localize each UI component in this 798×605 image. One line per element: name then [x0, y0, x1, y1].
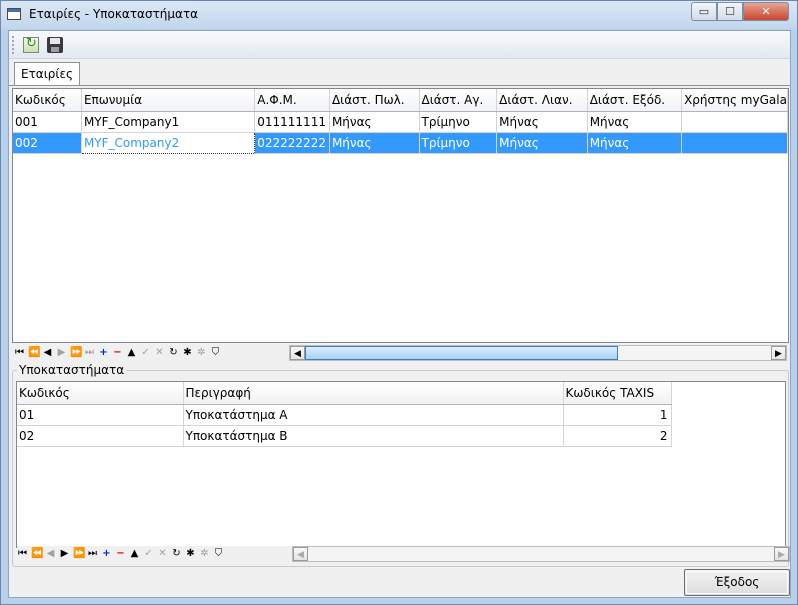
minimize-button[interactable]: ▭ — [691, 2, 717, 21]
last-record-icon[interactable]: ⏭ — [87, 546, 98, 562]
scroll-left-icon[interactable]: ◀ — [290, 346, 305, 360]
close-button[interactable]: ✕ — [743, 2, 789, 21]
table-cell[interactable]: 011111111 — [254, 111, 330, 133]
delete-icon[interactable]: − — [115, 546, 126, 562]
toolbar-grip[interactable] — [12, 36, 14, 54]
branches-groupbox: Υποκαταστήματα Κωδικός Περιγραφή Κωδικός T… — [12, 363, 789, 567]
column-header[interactable]: Κωδικός — [13, 89, 82, 112]
branches-grid[interactable]: Κωδικός Περιγραφή Κωδικός TAXIS 01 Υποκατάσ… — [16, 381, 786, 548]
prior-record-icon[interactable]: ◀ — [42, 345, 53, 361]
title-bar[interactable]: Εταιρίες - Υποκαταστήματα ▭ ☐ ✕ — [1, 1, 797, 29]
filter-icon[interactable]: ⛉ — [210, 345, 221, 361]
table-cell[interactable]: Υποκατάστημα B — [183, 425, 564, 447]
table-cell[interactable]: Τρίμηνο — [419, 111, 498, 133]
column-header[interactable]: Κωδικός TAXIS — [563, 382, 672, 405]
exit-button[interactable]: Έξοδος — [684, 569, 790, 596]
table-cell[interactable]: 022222222 — [254, 132, 330, 154]
filter-icon[interactable]: ⛉ — [213, 546, 224, 562]
client-area: Εταιρίες ΚωδικόςΕπωνυμίαΑ.Φ.Μ.Διάστ. Πωλ… — [8, 30, 791, 598]
application-window: Εταιρίες - Υποκαταστήματα ▭ ☐ ✕ Εταιρίες… — [0, 0, 798, 605]
column-header[interactable]: Α.Φ.Μ. — [254, 89, 330, 112]
column-header[interactable]: Διάστ. Εξόδ. — [587, 89, 683, 112]
first-record-icon[interactable]: ⏮ — [17, 546, 28, 562]
prior-record-icon[interactable]: ◀ — [45, 546, 56, 562]
companies-navigator: ⏮ ⏪ ◀ ▶ ⏩ ⏭ + − ▲ ✓ ✕ ↻ ✱ ✲ ⛉ ◀ ▶ — [14, 345, 787, 361]
scroll-thumb[interactable] — [305, 346, 618, 360]
table-cell[interactable]: Μήνας — [329, 132, 420, 154]
table-cell[interactable]: Μήνας — [496, 111, 588, 133]
next-record-icon[interactable]: ▶ — [59, 546, 70, 562]
cancel-icon[interactable]: ✕ — [157, 546, 168, 562]
refresh-icon[interactable]: ↻ — [168, 345, 179, 361]
first-record-icon[interactable]: ⏮ — [14, 345, 25, 361]
edit-icon[interactable]: ▲ — [126, 345, 137, 361]
toolbar — [9, 31, 790, 59]
table-cell[interactable] — [681, 132, 788, 154]
branches-navigator: ⏮ ⏪ ◀ ▶ ⏩ ⏭ + − ▲ ✓ ✕ ↻ ✱ ✲ ⛉ ◀ ▶ — [17, 546, 790, 562]
delete-icon[interactable]: − — [112, 345, 123, 361]
column-header[interactable]: Κωδικός — [17, 382, 184, 405]
prior-page-icon[interactable]: ⏪ — [31, 546, 43, 562]
scroll-right-icon[interactable]: ▶ — [771, 346, 786, 360]
table-cell[interactable]: 001 — [13, 111, 82, 133]
next-page-icon[interactable]: ⏩ — [73, 546, 85, 562]
column-header[interactable]: Διάστ. Αγ. — [419, 89, 498, 112]
window-icon — [7, 8, 21, 20]
table-cell[interactable]: Υποκατάστημα A — [183, 404, 564, 426]
refresh-icon[interactable]: ↻ — [171, 546, 182, 562]
table-cell[interactable]: 01 — [17, 404, 184, 426]
scroll-right-icon[interactable]: ▶ — [774, 547, 789, 561]
column-header[interactable]: Περιγραφή — [183, 382, 564, 405]
table-row[interactable]: 01 Υποκατάστημα A1 — [17, 404, 672, 426]
next-page-icon[interactable]: ⏩ — [70, 345, 82, 361]
cancel-icon[interactable]: ✕ — [154, 345, 165, 361]
companies-horizontal-scrollbar[interactable]: ◀ ▶ — [289, 345, 787, 361]
table-cell[interactable]: 2 — [563, 425, 672, 447]
column-header[interactable]: Διάστ. Λιαν. — [496, 89, 588, 112]
apply-icon[interactable]: ✲ — [199, 546, 210, 562]
table-cell[interactable]: MYF_Company2 — [80, 131, 256, 154]
save-icon[interactable] — [47, 37, 63, 53]
table-cell[interactable]: 002 — [13, 132, 82, 154]
companies-grid[interactable]: Κωδικός Επωνυμία Α.Φ.Μ. Διάστ. Πωλ. Διάστ. Α… — [12, 88, 789, 343]
companies-table: Κωδικός Επωνυμία Α.Φ.Μ. Διάστ. Πωλ. Διάστ. Α… — [13, 89, 788, 154]
branches-group-title: Υποκαταστήματα — [17, 363, 127, 377]
maximize-button[interactable]: ☐ — [717, 2, 743, 21]
table-cell[interactable]: Τρίμηνο — [419, 132, 498, 154]
insert-icon[interactable]: + — [101, 546, 112, 562]
column-header[interactable]: Διάστ. Πωλ. — [329, 89, 420, 112]
table-row[interactable]: 02 Υποκατάστημα B2 — [17, 425, 672, 447]
branches-table: Κωδικός Περιγραφή Κωδικός TAXIS 01 Υποκατάσ… — [17, 382, 672, 447]
column-header[interactable]: Επωνυμία — [81, 89, 256, 112]
column-header[interactable]: Χρήστης myGala — [681, 89, 788, 112]
insert-icon[interactable]: + — [98, 345, 109, 361]
edit-icon[interactable]: ▲ — [129, 546, 140, 562]
tab-strip: Εταιρίες — [9, 62, 790, 86]
table-cell[interactable] — [681, 111, 788, 133]
table-cell[interactable]: Μήνας — [329, 111, 420, 133]
scroll-left-icon[interactable]: ◀ — [293, 547, 308, 561]
branches-horizontal-scrollbar[interactable]: ◀ ▶ — [292, 546, 790, 562]
tab-divider — [9, 85, 790, 86]
post-icon[interactable]: ✓ — [143, 546, 154, 562]
table-cell[interactable]: Μήνας — [587, 132, 683, 154]
insert-all-icon[interactable]: ✱ — [182, 345, 193, 361]
table-cell[interactable]: MYF_Company1 — [81, 111, 256, 133]
tab-companies[interactable]: Εταιρίες — [14, 62, 80, 86]
window-title: Εταιρίες - Υποκαταστήματα — [29, 7, 199, 21]
table-cell[interactable]: Μήνας — [587, 111, 683, 133]
table-cell[interactable]: 1 — [563, 404, 672, 426]
insert-all-icon[interactable]: ✱ — [185, 546, 196, 562]
last-record-icon[interactable]: ⏭ — [84, 345, 95, 361]
table-cell[interactable]: Μήνας — [496, 132, 588, 154]
next-record-icon[interactable]: ▶ — [56, 345, 67, 361]
table-cell[interactable]: 02 — [17, 425, 184, 447]
prior-page-icon[interactable]: ⏪ — [28, 345, 40, 361]
table-row[interactable]: 001 MYF_Company1 011111111 Μήνας Τρίμηνο Μήνα… — [13, 111, 788, 133]
post-icon[interactable]: ✓ — [140, 345, 151, 361]
refresh-icon[interactable] — [23, 36, 39, 53]
apply-icon[interactable]: ✲ — [196, 345, 207, 361]
table-row[interactable]: 002 MYF_Company2 022222222 Μήνας Τρίμηνο Μήνα… — [13, 131, 788, 154]
